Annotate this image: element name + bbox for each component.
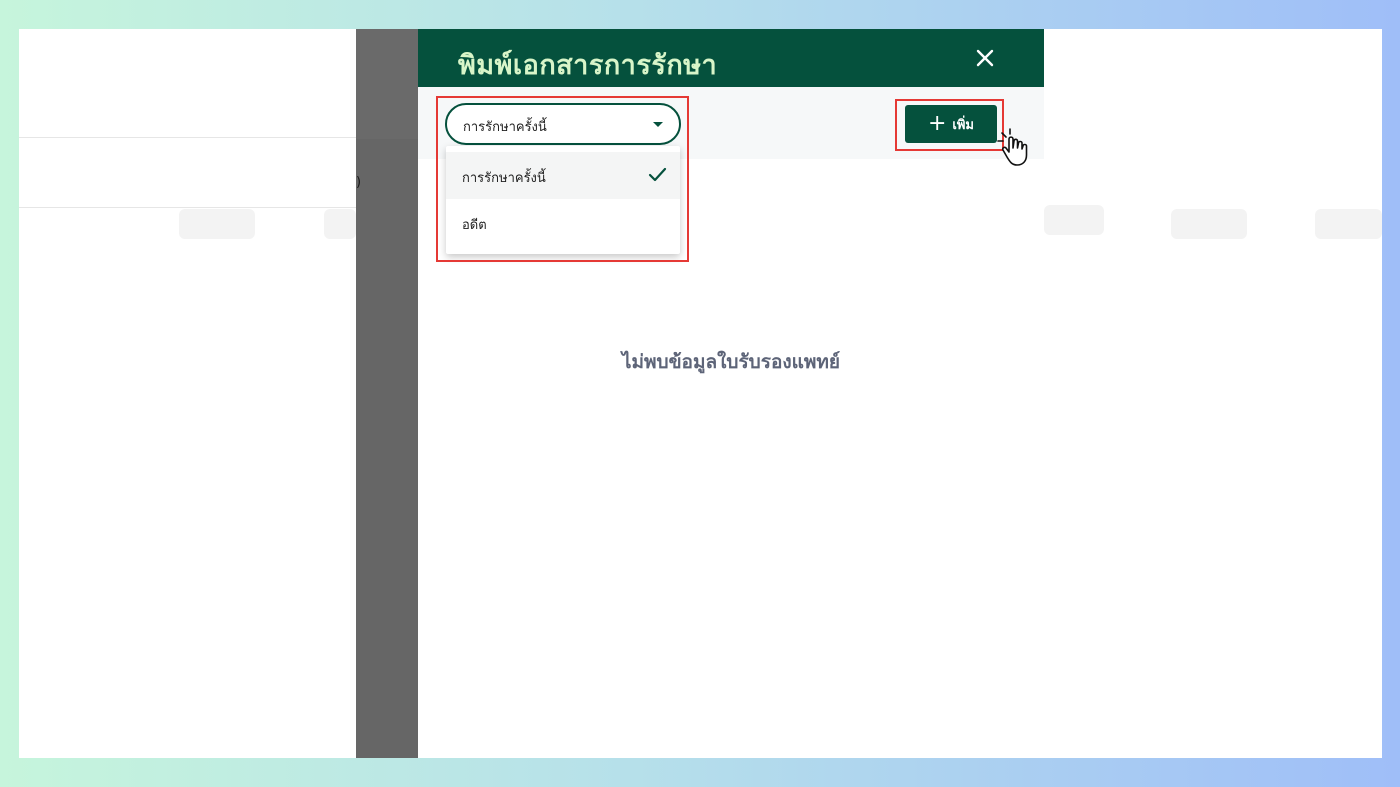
caret-down-icon <box>653 122 663 127</box>
plus-icon: + <box>927 111 947 136</box>
dropdown-option-current[interactable]: การรักษาครั้งนี้ <box>446 152 680 199</box>
backdrop-shade <box>356 29 418 139</box>
option-label: อดีต <box>462 218 487 233</box>
close-icon <box>976 49 994 67</box>
background-divider <box>19 207 356 208</box>
background-ghost-button <box>324 209 356 239</box>
background-ghost-button <box>1171 209 1247 239</box>
empty-state-message: ไม่พบข้อมูลใบรับรองแพทย์ <box>621 351 841 373</box>
select-dropdown-menu: การรักษาครั้งนี้ อดีต <box>446 146 680 254</box>
background-ghost-button <box>1044 205 1104 235</box>
modal-backdrop[interactable]: ) <box>356 29 418 758</box>
add-button[interactable]: + เพิ่ม <box>905 105 997 143</box>
drawer-header: พิมพ์เอกสารการรักษา <box>418 29 1044 87</box>
option-label: การรักษาครั้งนี้ <box>462 171 546 186</box>
background-ghost-button <box>1315 209 1382 239</box>
select-value: การรักษาครั้งนี้ <box>463 120 547 135</box>
dropdown-option-past[interactable]: อดีต <box>446 199 680 246</box>
check-icon <box>648 167 667 182</box>
treatment-period-select[interactable]: การรักษาครั้งนี้ <box>445 103 681 145</box>
drawer-title: พิมพ์เอกสารการรักษา <box>458 50 718 81</box>
background-divider <box>19 137 356 138</box>
screen-frame: ) พิมพ์เอกสารการรักษา การรักษาครั้งนี้ +… <box>19 29 1382 758</box>
add-button-label: เพิ่ม <box>952 117 975 133</box>
hand-pointer-icon <box>997 128 1028 166</box>
close-button[interactable] <box>970 43 1000 73</box>
print-documents-drawer: พิมพ์เอกสารการรักษา การรักษาครั้งนี้ + เ… <box>418 29 1044 758</box>
background-partial-text: ) <box>356 175 362 190</box>
background-ghost-button <box>179 209 255 239</box>
